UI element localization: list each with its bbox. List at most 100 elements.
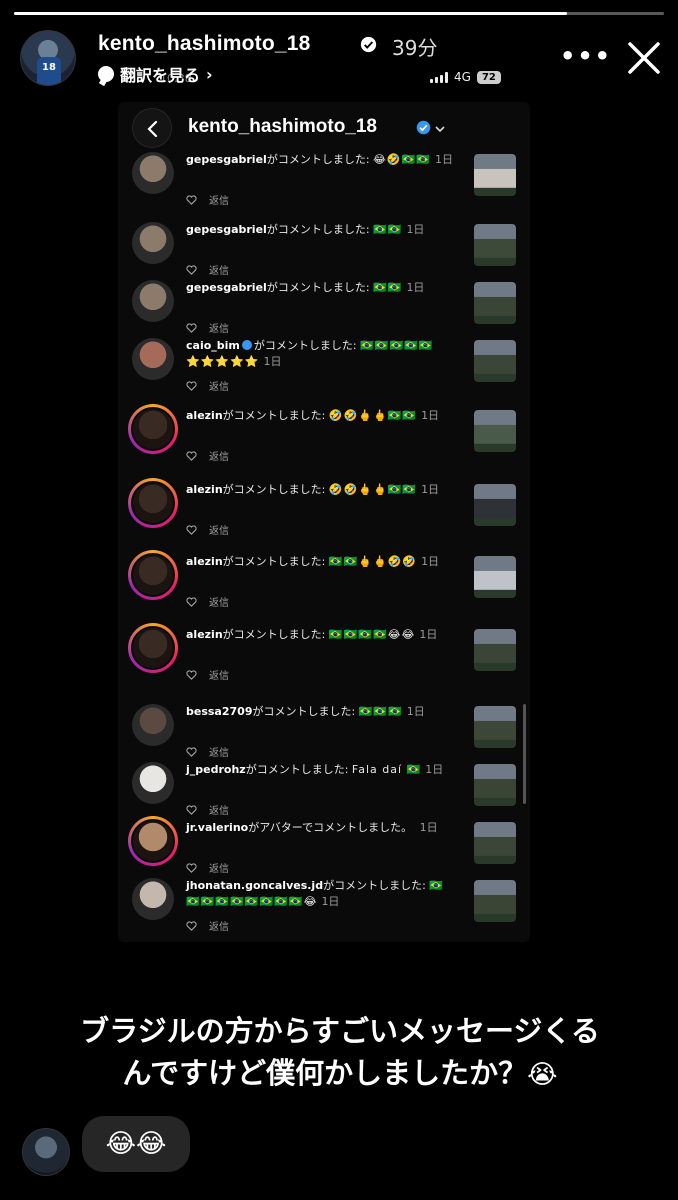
notification-time: 1日 [406, 223, 425, 236]
heart-icon[interactable] [186, 669, 197, 680]
post-thumbnail[interactable] [474, 556, 516, 598]
reply-link[interactable]: 返信 [209, 522, 229, 537]
notification-username[interactable]: gepesgabriel [186, 223, 267, 236]
notification-username[interactable]: caio_bim [186, 339, 240, 352]
notification-actions: 返信 [186, 378, 229, 393]
notification-action: がコメントしました: [222, 483, 329, 496]
comment-content: Fala daí 🇧🇷 [351, 763, 422, 776]
notification-username[interactable]: gepesgabriel [186, 281, 267, 294]
notification-avatar[interactable] [128, 478, 178, 528]
notification-text: alezinがコメントしました: 🇧🇷🇧🇷🇧🇷🇧🇷😂😂 1日 [186, 627, 456, 643]
post-thumbnail[interactable] [474, 224, 516, 266]
heart-icon[interactable] [186, 524, 197, 535]
notification-avatar[interactable] [128, 550, 178, 600]
inner-username[interactable]: kento_hashimoto_18 [188, 116, 377, 138]
notification-item[interactable]: gepesgabrielがコメントしました: 😂🤣🇧🇷🇧🇷 1日 返信 [132, 152, 518, 208]
notification-time: 1日 [263, 355, 282, 368]
notification-avatar[interactable] [128, 404, 178, 454]
notification-avatar[interactable] [132, 222, 174, 264]
heart-icon[interactable] [186, 804, 197, 815]
reply-link[interactable]: 返信 [209, 448, 229, 463]
notification-actions: 返信 [186, 860, 229, 875]
heart-icon[interactable] [186, 322, 197, 333]
notification-item[interactable]: alezinがコメントしました: 🇧🇷🇧🇷🇧🇷🇧🇷😂😂 1日返信 [128, 623, 518, 683]
close-icon[interactable] [624, 38, 664, 78]
notification-item[interactable]: jhonatan.goncalves.jdがコメントしました: 🇧🇷🇧🇷🇧🇷🇧🇷… [132, 878, 518, 934]
notification-username[interactable]: j_pedrohz [186, 763, 246, 776]
reply-link[interactable]: 返信 [209, 192, 229, 207]
notification-username[interactable]: alezin [186, 628, 223, 641]
verified-badge-icon [416, 120, 431, 135]
notification-item[interactable]: gepesgabrielがコメントしました: 🇧🇷🇧🇷 1日 返信 [132, 222, 518, 278]
post-thumbnail[interactable] [474, 340, 516, 382]
notification-time: 1日 [321, 895, 340, 908]
post-thumbnail[interactable] [474, 822, 516, 864]
story-time-ago: 39分 [392, 36, 438, 60]
post-thumbnail[interactable] [474, 154, 516, 196]
heart-icon[interactable] [186, 450, 197, 461]
post-thumbnail[interactable] [474, 484, 516, 526]
heart-icon[interactable] [186, 264, 197, 275]
reply-link[interactable]: 返信 [209, 594, 229, 609]
reply-link[interactable]: 返信 [209, 860, 229, 875]
notification-item[interactable]: alezinがコメントしました: 🇧🇷🇧🇷🖕🖕🤣🤣 1日 返信 [128, 550, 518, 610]
notification-item[interactable]: bessa2709がコメントしました: 🇧🇷🇧🇷🇧🇷 1日返信 [132, 704, 518, 760]
post-thumbnail[interactable] [474, 880, 516, 922]
notification-avatar[interactable] [132, 338, 174, 380]
notification-item[interactable]: alezinがコメントしました: 🤣🤣🖕🖕🇧🇷🇧🇷 1日 返信 [128, 404, 518, 464]
notification-username[interactable]: bessa2709 [186, 705, 252, 718]
notification-time: 1日 [419, 628, 438, 641]
notification-item[interactable]: jr.valerinoがアバターでコメントしました。 1日 返信 [128, 816, 518, 876]
reply-link[interactable]: 返信 [209, 802, 229, 817]
notification-avatar[interactable] [132, 280, 174, 322]
notification-avatar[interactable] [132, 704, 174, 746]
notification-item[interactable]: caio_bim がコメントしました: 🇧🇷🇧🇷🇧🇷🇧🇷🇧🇷⭐⭐⭐⭐⭐ 1日 返信 [132, 338, 518, 394]
more-options-button[interactable]: ••• [560, 42, 612, 70]
reply-link[interactable]: 返信 [209, 262, 229, 277]
notification-action: がコメントしました: [252, 705, 359, 718]
notification-item[interactable]: gepesgabrielがコメントしました: 🇧🇷🇧🇷 1日 返信 [132, 280, 518, 336]
reply-link[interactable]: 返信 [209, 320, 229, 335]
post-thumbnail[interactable] [474, 629, 516, 671]
notification-avatar[interactable] [128, 623, 178, 673]
notification-username[interactable]: alezin [186, 555, 223, 568]
post-thumbnail[interactable] [474, 706, 516, 748]
heart-icon[interactable] [186, 746, 197, 757]
chevron-right-icon: › [206, 64, 213, 84]
post-thumbnail[interactable] [474, 764, 516, 806]
notification-username[interactable]: jhonatan.goncalves.jd [186, 879, 323, 892]
reply-link[interactable]: 返信 [209, 378, 229, 393]
heart-icon[interactable] [186, 380, 197, 391]
notification-avatar[interactable] [132, 878, 174, 920]
story-avatar[interactable]: 18 [20, 30, 76, 86]
scrollbar[interactable] [523, 704, 526, 804]
notification-avatar[interactable] [128, 816, 178, 866]
post-thumbnail[interactable] [474, 410, 516, 452]
reply-link[interactable]: 返信 [209, 744, 229, 759]
verified-badge-icon [241, 340, 252, 350]
heart-icon[interactable] [186, 862, 197, 873]
notification-avatar[interactable] [132, 152, 174, 194]
notification-username[interactable]: alezin [186, 409, 223, 422]
notification-username[interactable]: gepesgabriel [186, 153, 267, 166]
notification-item[interactable]: j_pedrohzがコメントしました: Fala daí 🇧🇷 1日 返信 [132, 762, 518, 818]
back-button[interactable] [132, 108, 172, 148]
notification-username[interactable]: jr.valerino [186, 821, 248, 834]
notification-avatar[interactable] [132, 762, 174, 804]
heart-icon[interactable] [186, 194, 197, 205]
notification-text: bessa2709がコメントしました: 🇧🇷🇧🇷🇧🇷 1日 [186, 704, 456, 720]
notification-item[interactable]: alezinがコメントしました: 🤣🤣🖕🖕🇧🇷🇧🇷 1日 返信 [128, 478, 518, 538]
reaction-bubble[interactable]: 😂😂 [82, 1116, 190, 1172]
inner-status-bar: 4G 72 [430, 70, 501, 84]
chevron-down-icon[interactable] [435, 124, 445, 134]
reply-link[interactable]: 返信 [209, 667, 229, 682]
story-username[interactable]: kento_hashimoto_18 [98, 32, 311, 56]
reply-link[interactable]: 返信 [209, 918, 229, 933]
heart-icon[interactable] [186, 596, 197, 607]
notification-username[interactable]: alezin [186, 483, 223, 496]
see-translation-link[interactable]: 翻訳を見る › [98, 62, 213, 86]
heart-icon[interactable] [186, 920, 197, 931]
notification-action: がコメントしました: [245, 763, 352, 776]
comment-content: 🇧🇷🇧🇷🇧🇷🇧🇷😂😂 [328, 628, 416, 641]
post-thumbnail[interactable] [474, 282, 516, 324]
